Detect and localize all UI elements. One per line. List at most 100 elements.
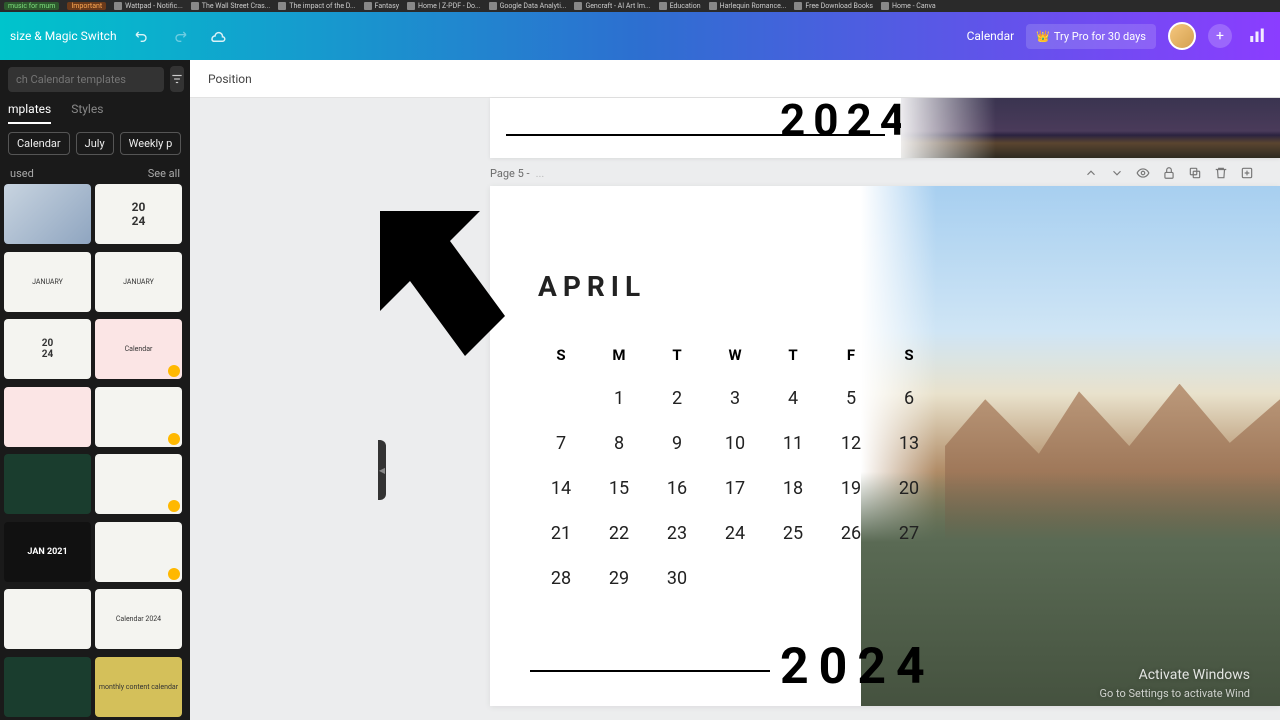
- resize-magic-switch-button[interactable]: size & Magic Switch: [10, 29, 117, 43]
- bookmark-item[interactable]: Gencraft - AI Art Im...: [574, 2, 650, 10]
- day-cell: 22: [596, 523, 642, 544]
- bookmark-item[interactable]: music for mum: [4, 2, 59, 10]
- add-page-icon[interactable]: [1238, 164, 1256, 182]
- annotation-arrow-icon: [375, 206, 505, 360]
- duplicate-icon[interactable]: [1186, 164, 1204, 182]
- day-cell: 14: [538, 478, 584, 499]
- bookmark-item[interactable]: Home - Canva: [881, 2, 936, 10]
- tab-styles[interactable]: Styles: [71, 102, 103, 124]
- day-cell: 23: [654, 523, 700, 544]
- template-thumb[interactable]: 2024: [95, 184, 182, 244]
- move-down-icon[interactable]: [1108, 164, 1126, 182]
- cloud-sync-icon[interactable]: [205, 23, 231, 49]
- crown-icon: [168, 433, 180, 445]
- chip-weekly[interactable]: Weekly p: [120, 132, 182, 155]
- move-up-icon[interactable]: [1082, 164, 1100, 182]
- day-cell: 12: [828, 433, 874, 454]
- month-title[interactable]: APRIL: [538, 270, 646, 303]
- bookmark-item[interactable]: Google Data Analyti...: [489, 2, 567, 10]
- context-toolbar: Position: [190, 60, 1280, 98]
- page-number-label[interactable]: Page 5 -: [490, 167, 530, 180]
- see-all-link[interactable]: See all: [148, 167, 180, 180]
- bookmark-item[interactable]: Fantasy: [364, 2, 399, 10]
- analytics-icon[interactable]: [1244, 23, 1270, 49]
- bookmark-item[interactable]: Wattpad - Notific...: [114, 2, 183, 10]
- day-cell: 8: [596, 433, 642, 454]
- day-header: T: [770, 346, 816, 364]
- template-thumb[interactable]: [95, 387, 182, 447]
- day-header: T: [654, 346, 700, 364]
- day-cell: 26: [828, 523, 874, 544]
- day-cell: 5: [828, 388, 874, 409]
- bookmark-item[interactable]: Important: [67, 2, 106, 10]
- day-cell: 7: [538, 433, 584, 454]
- day-cell: [538, 388, 584, 409]
- divider-line: [530, 670, 770, 672]
- day-cell: [828, 568, 874, 589]
- undo-icon[interactable]: [129, 23, 155, 49]
- template-thumb[interactable]: monthly content calendar: [95, 657, 182, 717]
- bookmark-item[interactable]: Free Download Books: [794, 2, 873, 10]
- day-header: M: [596, 346, 642, 364]
- template-search-input[interactable]: [8, 67, 164, 92]
- day-cell: 15: [596, 478, 642, 499]
- day-cell: [770, 568, 816, 589]
- windows-watermark: Activate Windows Go to Settings to activ…: [1100, 665, 1251, 703]
- template-thumb[interactable]: [4, 454, 91, 514]
- filter-icon[interactable]: [170, 66, 184, 92]
- sidebar-collapse-handle[interactable]: ◀: [378, 440, 386, 500]
- calendar-grid[interactable]: S M T W T F S 1 2 3 4 5 6 7: [538, 346, 932, 589]
- day-cell: 1: [596, 388, 642, 409]
- delete-icon[interactable]: [1212, 164, 1230, 182]
- template-thumb[interactable]: Calendar 2024: [95, 589, 182, 649]
- day-cell: 20: [886, 478, 932, 499]
- bookmark-item[interactable]: Harlequin Romance...: [709, 2, 787, 10]
- template-thumb[interactable]: [95, 454, 182, 514]
- crown-icon: [168, 568, 180, 580]
- canvas-page-prev[interactable]: 2024: [490, 98, 1280, 158]
- page-label-row: Page 5 - ...: [190, 158, 1280, 186]
- position-button[interactable]: Position: [208, 72, 252, 86]
- day-cell: 10: [712, 433, 758, 454]
- bookmark-item[interactable]: The impact of the D...: [278, 2, 355, 10]
- day-cell: 21: [538, 523, 584, 544]
- template-thumb[interactable]: [4, 589, 91, 649]
- day-cell: 25: [770, 523, 816, 544]
- day-cell: 24: [712, 523, 758, 544]
- template-thumb[interactable]: [4, 657, 91, 717]
- share-plus-button[interactable]: +: [1208, 24, 1232, 48]
- day-cell: 3: [712, 388, 758, 409]
- template-thumb[interactable]: JAN 2021: [4, 522, 91, 582]
- day-cell: 13: [886, 433, 932, 454]
- template-thumb[interactable]: JANUARY: [4, 252, 91, 312]
- canvas-page-current[interactable]: APRIL S M T W T F S 1 2 3 4 5 6: [490, 186, 1280, 706]
- hide-icon[interactable]: [1134, 164, 1152, 182]
- user-avatar[interactable]: [1168, 22, 1196, 50]
- bookmark-item[interactable]: The Wall Street Cras...: [191, 2, 270, 10]
- template-thumb[interactable]: [4, 184, 91, 244]
- tab-templates[interactable]: mplates: [8, 102, 51, 124]
- day-cell: 29: [596, 568, 642, 589]
- day-cell: 28: [538, 568, 584, 589]
- template-thumb[interactable]: [95, 522, 182, 582]
- page-title-placeholder[interactable]: ...: [536, 167, 545, 180]
- chip-calendar[interactable]: Calendar: [8, 132, 70, 155]
- try-pro-button[interactable]: 👑 Try Pro for 30 days: [1026, 24, 1156, 49]
- year-text-prev: 2024: [780, 94, 913, 146]
- chip-july[interactable]: July: [76, 132, 114, 155]
- template-thumb[interactable]: 2024: [4, 319, 91, 379]
- canvas-area: Position 2024 Page 5 - ...: [190, 60, 1280, 720]
- app-bar: size & Magic Switch Calendar 👑 Try Pro f…: [0, 12, 1280, 60]
- lock-icon[interactable]: [1160, 164, 1178, 182]
- day-cell: 30: [654, 568, 700, 589]
- bookmark-item[interactable]: Home | Z-PDF - Do...: [407, 2, 481, 10]
- template-thumb[interactable]: JANUARY: [95, 252, 182, 312]
- bookmark-item[interactable]: Education: [659, 2, 701, 10]
- redo-icon[interactable]: [167, 23, 193, 49]
- year-text[interactable]: 2024: [780, 638, 935, 696]
- template-thumb[interactable]: [4, 387, 91, 447]
- document-title[interactable]: Calendar: [967, 29, 1015, 43]
- template-thumb[interactable]: Calendar: [95, 319, 182, 379]
- template-grid: 2024 JANUARY JANUARY 2024 Calendar JAN 2…: [0, 184, 190, 720]
- day-cell: [886, 568, 932, 589]
